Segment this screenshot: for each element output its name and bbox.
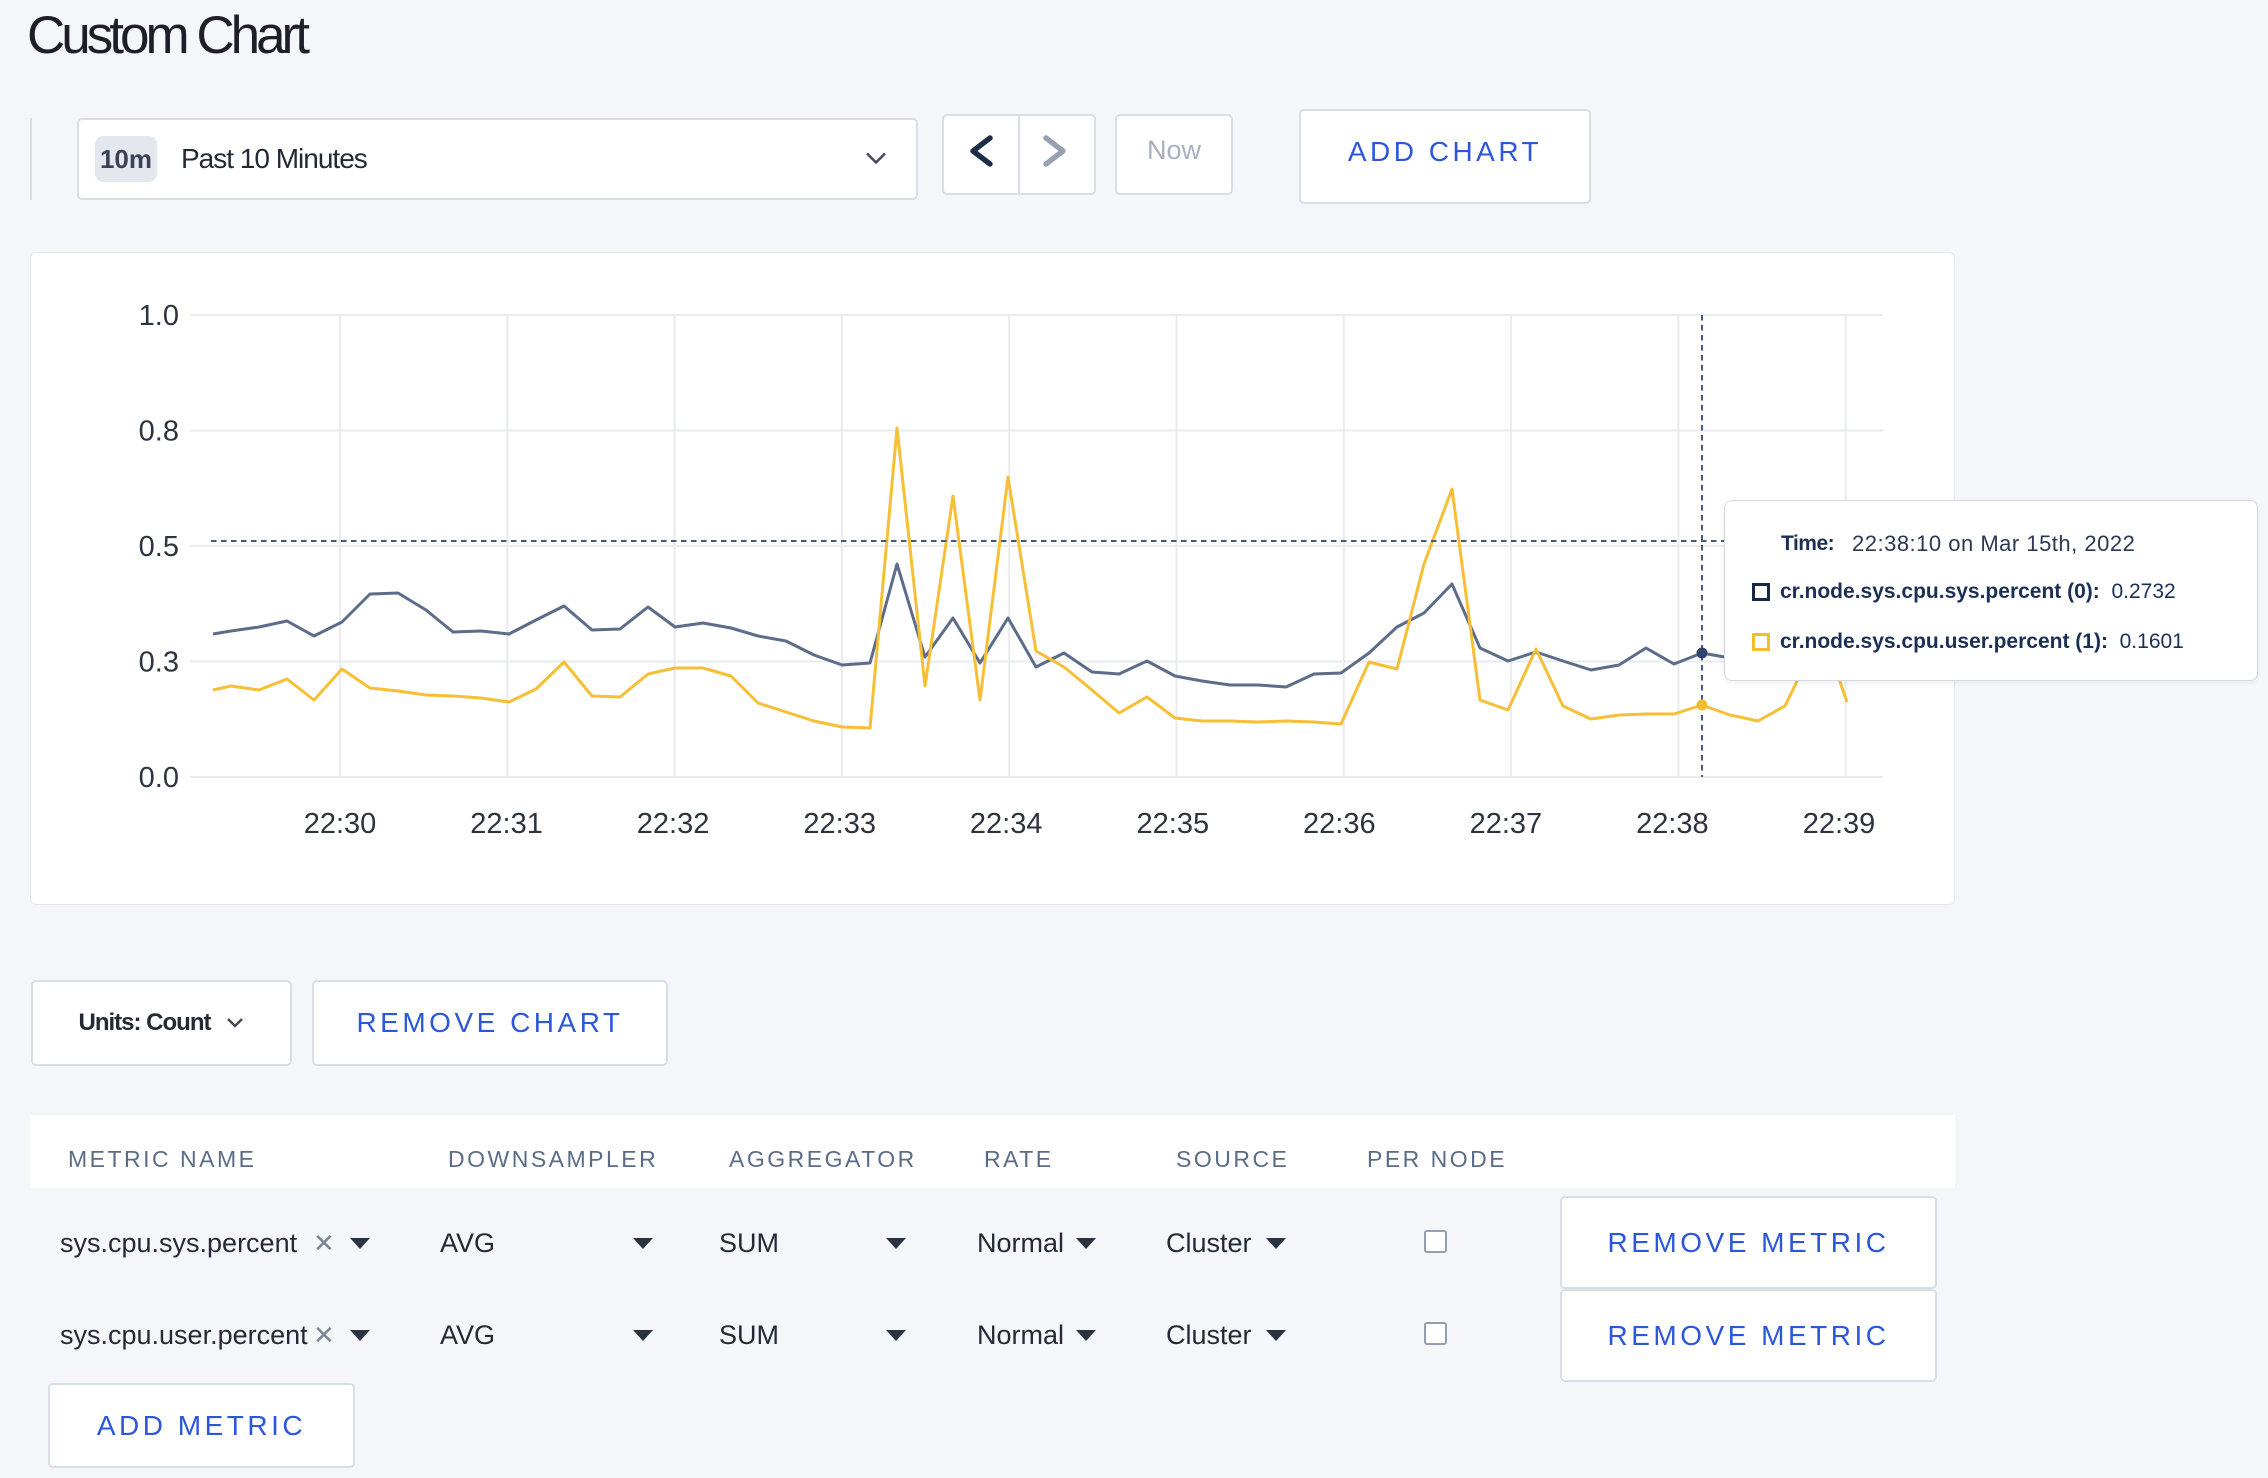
svg-text:0.3: 0.3: [139, 647, 179, 679]
svg-text:1.0: 1.0: [139, 300, 179, 332]
svg-text:0.8: 0.8: [139, 416, 179, 448]
svg-text:22:34: 22:34: [970, 808, 1043, 840]
svg-text:22:36: 22:36: [1303, 808, 1376, 840]
svg-text:0.0: 0.0: [139, 762, 179, 794]
svg-text:0.5: 0.5: [139, 531, 179, 563]
svg-text:22:30: 22:30: [304, 808, 377, 840]
svg-text:22:37: 22:37: [1470, 808, 1543, 840]
svg-text:22:31: 22:31: [470, 808, 543, 840]
svg-text:22:32: 22:32: [637, 808, 710, 840]
svg-text:22:33: 22:33: [803, 808, 876, 840]
svg-text:22:35: 22:35: [1137, 808, 1210, 840]
svg-text:22:39: 22:39: [1803, 808, 1876, 840]
svg-text:22:38: 22:38: [1636, 808, 1709, 840]
